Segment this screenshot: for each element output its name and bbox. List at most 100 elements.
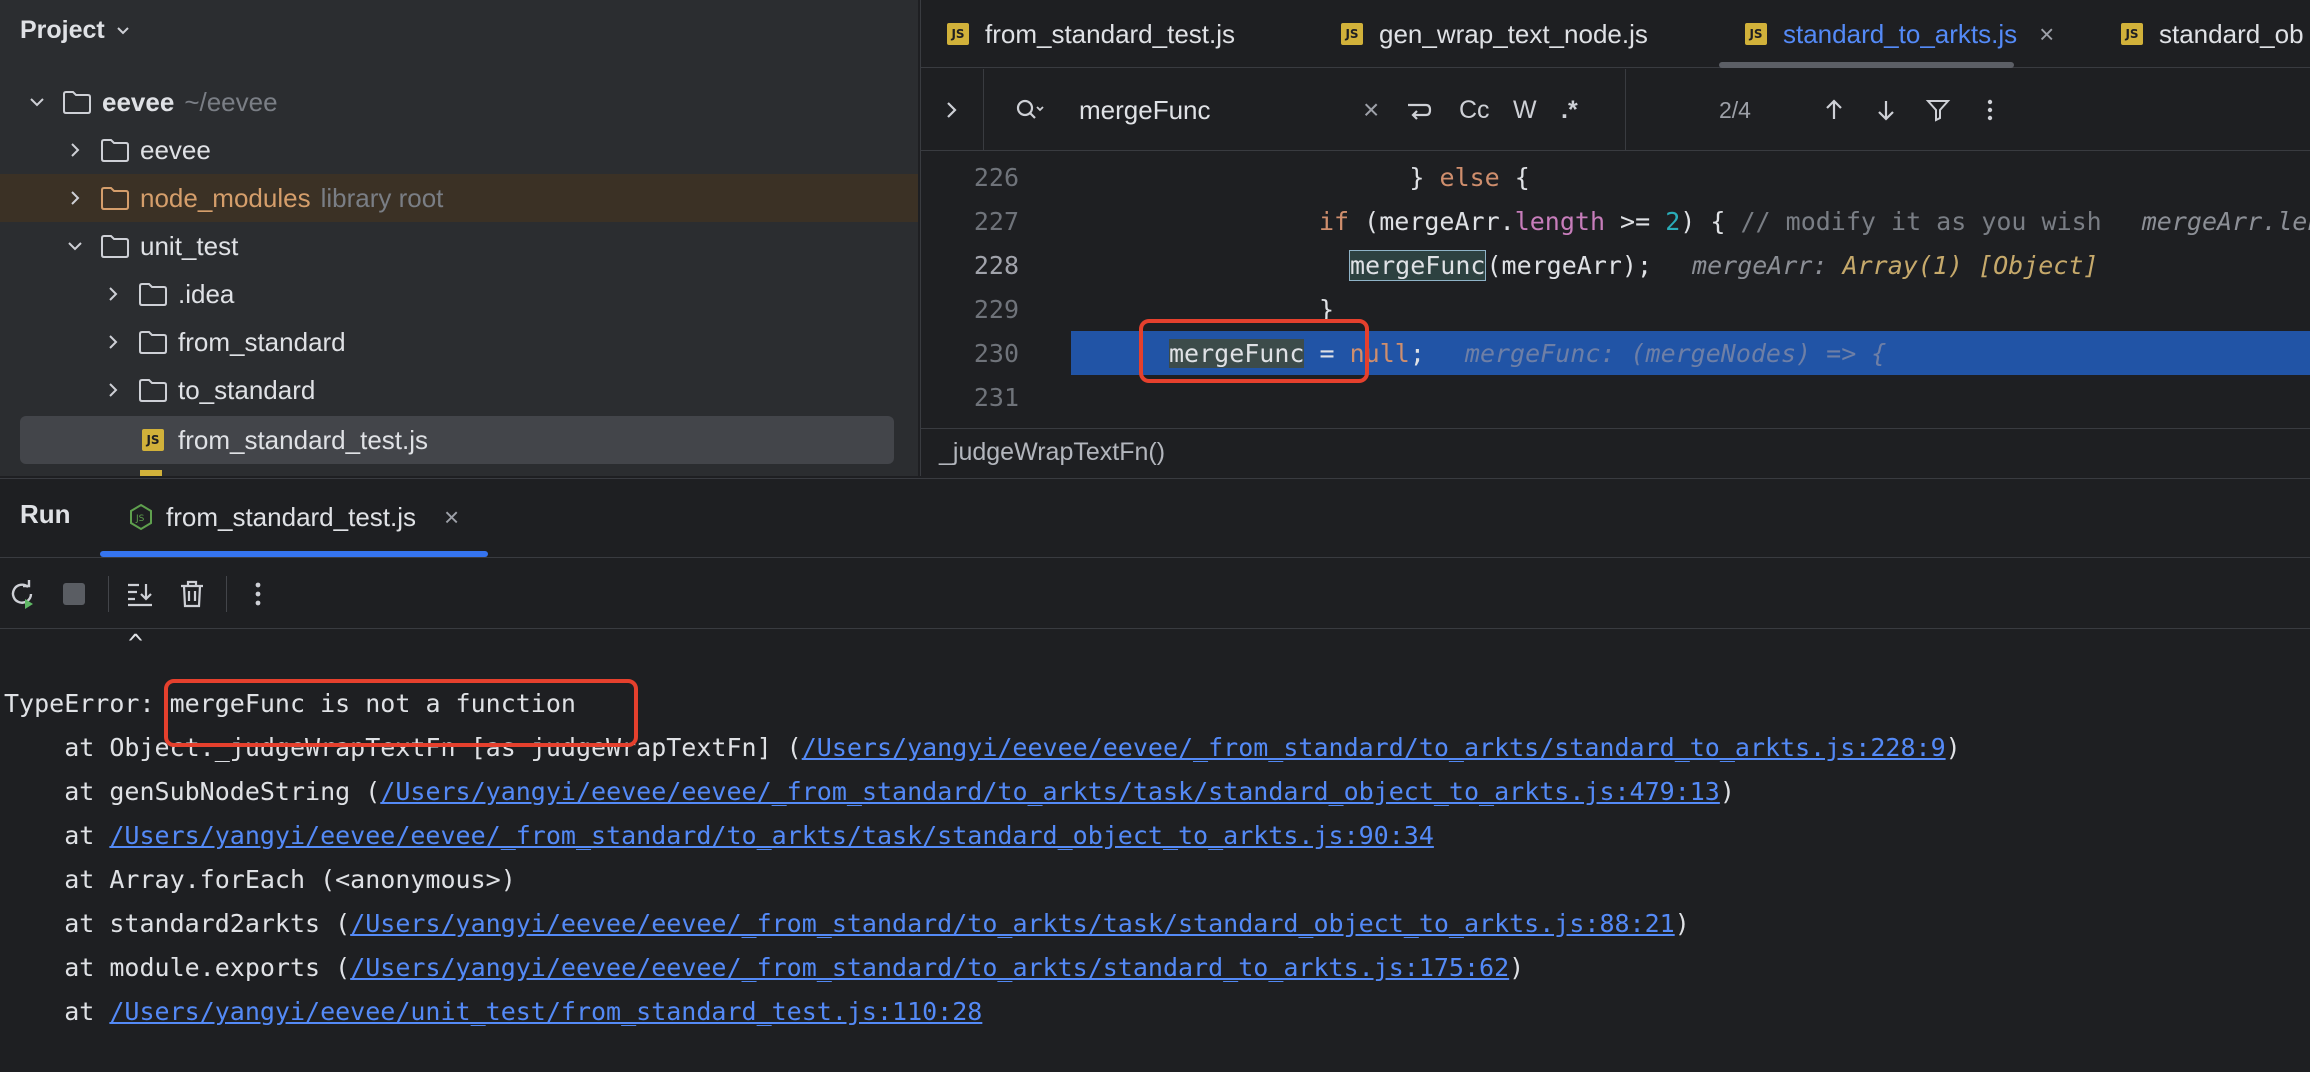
tab-from-standard-test[interactable]: JS from_standard_test.js	[947, 0, 1235, 68]
stack-frame-link[interactable]: /Users/yangyi/eevee/eevee/_from_standard…	[350, 909, 1675, 938]
stack-frame-link[interactable]: /Users/yangyi/eevee/eevee/_from_standard…	[350, 953, 1509, 982]
inline-debug-value: mergeArr.length: 1	[2141, 206, 2310, 236]
project-panel: Project eevee ~/eevee eevee node_modules…	[0, 0, 918, 476]
run-tabs: Run JS from_standard_test.js ×	[0, 479, 2310, 557]
folder-icon	[63, 91, 91, 114]
chevron-right-icon[interactable]	[102, 283, 124, 305]
chevron-right-icon[interactable]	[64, 187, 86, 209]
stack-frame-text: )	[1945, 732, 1961, 762]
code-token: }	[1319, 294, 1335, 324]
code-keyword: else	[1439, 162, 1500, 192]
code-token: null	[1349, 338, 1410, 368]
code-line[interactable]: 227 if (mergeArr.length >= 2) { // modif…	[921, 199, 2310, 243]
scroll-to-end-icon[interactable]	[124, 578, 156, 610]
code-token: (mergeArr.	[1349, 206, 1515, 236]
line-number: 229	[973, 294, 1019, 324]
run-panel: Run JS from_standard_test.js × ^ TypeErr…	[0, 478, 2310, 1072]
project-header[interactable]: Project	[20, 12, 131, 48]
filter-icon[interactable]	[1925, 69, 1951, 151]
line-number: 227	[973, 206, 1019, 236]
tree-item-eevee-root[interactable]: eevee ~/eevee	[0, 78, 918, 126]
stack-frame-text: )	[1719, 776, 1735, 806]
tab-label: from_standard_test.js	[985, 18, 1236, 49]
gutter: 230	[921, 331, 1071, 375]
tree-item-from-standard-test-js[interactable]: JS from_standard_test.js	[20, 416, 894, 464]
more-options-icon[interactable]	[242, 578, 274, 610]
tab-label: gen_wrap_text_node.js	[1379, 18, 1648, 49]
code-view[interactable]: 226 } else { 227 if (mergeArr.length >= …	[921, 152, 2310, 426]
tree-item-from-standard[interactable]: from_standard	[0, 318, 918, 366]
stack-frame-link[interactable]: /Users/yangyi/eevee/eevee/_from_standard…	[802, 733, 1946, 762]
code-line[interactable]: 231	[921, 375, 2310, 419]
stack-frame-text: )	[1674, 908, 1690, 938]
stack-frame-text: at Object._judgeWrapTextFn [as judgeWrap…	[4, 732, 802, 762]
more-options-icon[interactable]	[1977, 69, 2003, 151]
stack-frame-text: at module.exports (	[4, 952, 351, 982]
tree-item-node-modules[interactable]: node_modules library root	[0, 174, 918, 222]
chevron-down-icon[interactable]	[26, 91, 48, 113]
search-icon[interactable]	[1013, 69, 1045, 151]
stop-icon[interactable]	[58, 578, 90, 610]
breadcrumb[interactable]: _judgeWrapTextFn()	[939, 432, 1165, 472]
tree-item-label: from_standard	[178, 326, 346, 357]
rerun-icon[interactable]	[6, 578, 38, 610]
run-title[interactable]: Run	[20, 499, 71, 530]
folder-icon	[139, 331, 167, 354]
inline-debug-name: mergeArr:	[1692, 250, 1828, 280]
chevron-right-icon[interactable]	[64, 139, 86, 161]
chevron-down-icon[interactable]	[64, 235, 86, 257]
chevron-right-icon[interactable]	[102, 331, 124, 353]
tab-standard-object[interactable]: JS standard_ob	[2121, 0, 2304, 68]
line-number: 231	[973, 382, 1019, 412]
close-icon[interactable]: ×	[444, 502, 459, 533]
code-token: (mergeArr);	[1486, 250, 1653, 280]
nodejs-icon: JS	[130, 503, 152, 531]
tree-item-unit-test[interactable]: unit_test	[0, 222, 918, 270]
code-line[interactable]: 229 }	[921, 287, 2310, 331]
divider	[1625, 69, 1626, 151]
run-tab-from-standard-test[interactable]: JS from_standard_test.js ×	[128, 499, 459, 535]
console-output[interactable]: ^ TypeError: mergeFunc is not a function…	[0, 629, 2310, 1072]
stack-frame: at Object._judgeWrapTextFn [as judgeWrap…	[4, 725, 1961, 769]
folder-icon	[101, 139, 129, 162]
stack-frame-link[interactable]: /Users/yangyi/eevee/eevee/_from_standard…	[109, 821, 1434, 850]
stack-frame-text: )	[1509, 952, 1525, 982]
code-line[interactable]: 226 } else {	[921, 155, 2310, 199]
tab-gen-wrap-text-node[interactable]: JS gen_wrap_text_node.js	[1341, 0, 1648, 68]
arrow-up-icon[interactable]	[1821, 69, 1847, 151]
code-line[interactable]: 228 mergeFunc(mergeArr); mergeArr: Array(…	[921, 243, 2310, 287]
javascript-file-icon: JS	[2121, 23, 2143, 45]
stack-frame: at /Users/yangyi/eevee/eevee/_from_stand…	[4, 813, 1434, 857]
tree-item-label: unit_test	[140, 230, 239, 261]
stack-frame-link[interactable]: /Users/yangyi/eevee/unit_test/from_stand…	[109, 997, 982, 1026]
tab-active-indicator	[1719, 62, 2014, 68]
tab-standard-to-arkts[interactable]: JS standard_to_arkts.js ×	[1745, 0, 2054, 68]
chevron-right-icon[interactable]	[939, 69, 965, 151]
tree-item-idea[interactable]: .idea	[0, 270, 918, 318]
stack-frame-text: at genSubNodeString (	[4, 776, 381, 806]
code-token: ;	[1409, 338, 1425, 368]
close-icon[interactable]: ×	[2039, 19, 2054, 50]
tree-item-to-standard[interactable]: to_standard	[0, 366, 918, 414]
line-number: 230	[973, 338, 1019, 368]
code-comment: // modify it as you wish	[1740, 206, 2102, 236]
javascript-file-icon: JS	[1341, 23, 1363, 45]
arrow-down-icon[interactable]	[1873, 69, 1899, 151]
tree-item-eevee[interactable]: eevee	[0, 126, 918, 174]
folder-icon	[101, 187, 129, 210]
code-token: >=	[1605, 206, 1666, 236]
stack-frame: at Array.forEach (<anonymous>)	[4, 857, 516, 901]
svg-text:JS: JS	[135, 514, 145, 524]
error-type: TypeError:	[4, 688, 170, 718]
stack-frame-link[interactable]: /Users/yangyi/eevee/eevee/_from_standard…	[380, 777, 1720, 806]
run-toolbar	[0, 557, 2310, 629]
divider	[921, 428, 2310, 429]
chevron-right-icon[interactable]	[102, 379, 124, 401]
javascript-file-icon: JS	[947, 23, 969, 45]
inline-debug-value: Array(1) [Object]	[1842, 250, 2099, 280]
regex-button[interactable]: .*	[1561, 69, 1578, 151]
console-line: ^	[128, 628, 144, 658]
trash-icon[interactable]	[176, 578, 208, 610]
execution-point-line[interactable]: mergeFunc = null; mergeFunc: (mergeNodes)…	[1071, 331, 2310, 375]
code-token: 2	[1665, 206, 1681, 236]
